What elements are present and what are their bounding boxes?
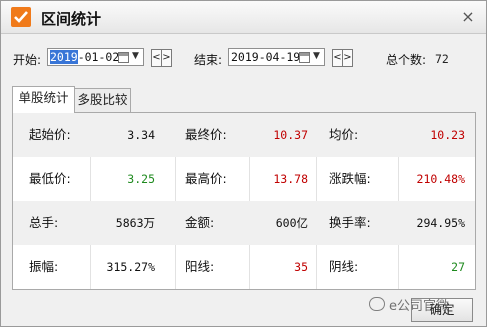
end-date-value: 2019-04-19 [231, 50, 301, 64]
check-icon [11, 7, 31, 27]
stat-label: 最终价: [185, 127, 227, 142]
end-next-button[interactable]: > [342, 49, 353, 67]
stat-label: 最高价: [185, 171, 227, 186]
dialog-window: 区间统计 × 开始: 2019-01-02 ▼ < > 结束: 2019-04-… [0, 0, 487, 327]
title-bar: 区间统计 × [1, 1, 486, 34]
count-value: 72 [435, 52, 449, 66]
start-date-rest: -01-02 [77, 50, 120, 64]
stat-label: 金额: [185, 215, 215, 230]
stat-value: 35 [294, 260, 308, 274]
close-icon[interactable]: × [457, 7, 479, 27]
stats-row: 最低价: 3.25 最高价: 13.78 涨跌幅: 210.48% [13, 157, 475, 201]
chevron-down-icon[interactable]: ▼ [313, 51, 320, 61]
stat-value: 210.48% [416, 172, 465, 186]
start-next-button[interactable]: > [161, 49, 172, 67]
stat-value: 13.78 [273, 172, 308, 186]
start-date-value: 2019-01-02 [50, 50, 119, 64]
end-date-field[interactable]: 2019-04-19 ▼ [228, 48, 325, 66]
stat-value: 294.95% [416, 216, 465, 230]
window-title: 区间统计 [41, 10, 102, 28]
stats-row: 振幅: 315.27% 阳线: 35 阴线: 27 [13, 245, 475, 289]
stat-label: 换手率: [329, 215, 371, 230]
stats-row: 起始价: 3.34 最终价: 10.37 均价: 10.23 [13, 113, 475, 157]
calendar-icon[interactable] [299, 52, 310, 63]
stats-row: 总手: 5863万 金额: 600亿 换手率: 294.95% [13, 201, 475, 245]
start-date-field[interactable]: 2019-01-02 ▼ [47, 48, 144, 66]
stat-value: 27 [451, 260, 465, 274]
watermark: e公司官微 [389, 299, 449, 314]
stat-label: 总手: [29, 215, 59, 230]
chevron-down-icon[interactable]: ▼ [132, 51, 139, 61]
stat-value: 3.34 [127, 128, 155, 142]
stats-panel: 起始价: 3.34 最终价: 10.37 均价: 10.23 最低价: 3.25… [12, 112, 476, 290]
tab-multi-stock[interactable]: 多股比较 [74, 88, 131, 113]
stat-label: 均价: [329, 127, 359, 142]
stat-label: 涨跌幅: [329, 171, 371, 186]
start-date-selection: 2019 [50, 50, 78, 64]
wechat-icon [369, 297, 385, 311]
stat-value: 315.27% [106, 260, 155, 274]
end-label: 结束: [194, 53, 223, 67]
stat-value: 5863万 [115, 216, 155, 230]
stat-label: 起始价: [29, 127, 71, 142]
tab-single-stock[interactable]: 单股统计 [12, 86, 75, 113]
stat-value: 3.25 [127, 172, 155, 186]
stat-label: 振幅: [29, 259, 59, 274]
count-label: 总个数: [386, 53, 427, 67]
stat-label: 最低价: [29, 171, 71, 186]
stat-value: 10.37 [273, 128, 308, 142]
stat-value: 10.23 [430, 128, 465, 142]
calendar-icon[interactable] [118, 52, 129, 63]
stat-label: 阴线: [329, 259, 359, 274]
stat-value: 600亿 [275, 216, 308, 230]
stat-label: 阳线: [185, 259, 215, 274]
start-label: 开始: [13, 53, 42, 67]
